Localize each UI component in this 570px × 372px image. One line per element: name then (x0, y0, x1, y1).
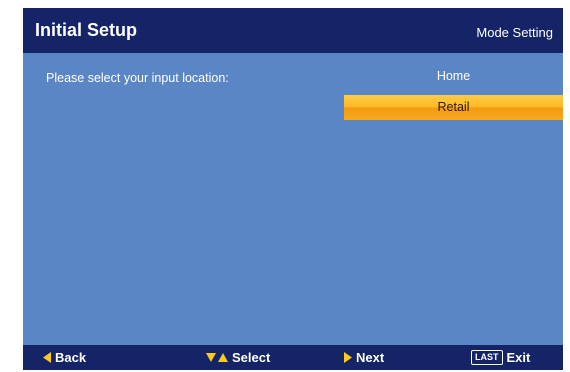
arrow-right-icon (344, 352, 352, 364)
next-button[interactable]: Next (344, 349, 384, 366)
option-home[interactable]: Home (344, 64, 563, 89)
last-key-icon: LAST (471, 350, 503, 366)
arrow-left-icon (43, 352, 51, 364)
footer-bar: Back Select Next LAST Exit (23, 345, 563, 370)
back-label: Back (55, 350, 87, 365)
back-button[interactable]: Back (43, 349, 86, 366)
next-label: Next (356, 350, 385, 365)
header-bar: Initial Setup Mode Setting (23, 8, 563, 53)
setup-screen: Initial Setup Mode Setting Please select… (23, 8, 563, 370)
location-prompt: Please select your input location: (46, 71, 229, 85)
page-title: Initial Setup (35, 20, 138, 40)
select-button[interactable]: Select (206, 349, 270, 366)
arrows-up-down-icon (206, 353, 228, 363)
option-retail[interactable]: Retail (344, 95, 563, 120)
select-label: Select (232, 350, 271, 365)
mode-setting-label: Mode Setting (476, 25, 553, 40)
exit-button[interactable]: LAST Exit (471, 349, 530, 366)
exit-label: Exit (506, 350, 531, 365)
